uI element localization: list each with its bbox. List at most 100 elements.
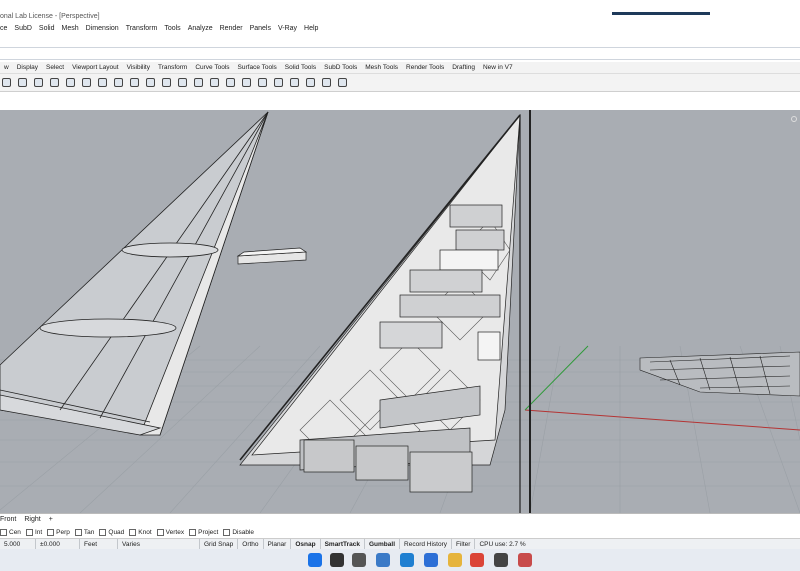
rhino-icon[interactable]: [494, 553, 508, 567]
status-layer[interactable]: Varies: [118, 538, 200, 550]
plane-button[interactable]: [304, 76, 317, 89]
toolbar-tab-12[interactable]: Drafting: [448, 64, 479, 71]
ray-button[interactable]: [320, 76, 333, 89]
ortho-button[interactable]: [288, 76, 301, 89]
osnap-checkbox[interactable]: [74, 528, 82, 536]
camera-button[interactable]: [240, 76, 253, 89]
toolbar-tab-4[interactable]: Visibility: [123, 64, 154, 71]
view-tab-1[interactable]: Right: [24, 516, 40, 523]
status-pane-ortho[interactable]: Ortho: [238, 538, 264, 550]
status-pane-gumball[interactable]: Gumball: [365, 538, 401, 550]
osnap-tan[interactable]: Tan: [74, 528, 94, 536]
osnap-label: Cen: [9, 528, 21, 536]
osnap-label: Quad: [108, 528, 125, 536]
chrome-icon[interactable]: [470, 553, 484, 567]
window-button[interactable]: [80, 76, 93, 89]
windows-start-icon[interactable]: [308, 553, 322, 567]
toolbar-tab-11[interactable]: Render Tools: [402, 64, 448, 71]
osnap-vertex[interactable]: Vertex: [156, 528, 185, 536]
menu-item-2[interactable]: Solid: [39, 25, 55, 32]
view-tab-2[interactable]: +: [49, 516, 53, 523]
folder-button[interactable]: [128, 76, 141, 89]
snap-icon: [274, 78, 283, 87]
osnap-project[interactable]: Project: [189, 528, 218, 536]
viewport-scene: [0, 110, 800, 513]
osnap-cen[interactable]: Cen: [0, 528, 21, 536]
task-view-icon[interactable]: [352, 553, 366, 567]
osnap-checkbox[interactable]: [25, 528, 33, 536]
menu-bar: ce SubD Solid Mesh Dimension Transform Tools An…: [0, 22, 800, 35]
view-tab-0[interactable]: Front: [0, 516, 16, 523]
toolbar-tab-6[interactable]: Curve Tools: [191, 64, 233, 71]
light-button[interactable]: [224, 76, 237, 89]
edge-icon[interactable]: [400, 553, 414, 567]
pan-button[interactable]: [32, 76, 45, 89]
grid-button[interactable]: [256, 76, 269, 89]
osnap-checkbox[interactable]: [99, 528, 107, 536]
osnap-perp[interactable]: Perp: [47, 528, 70, 536]
snap-button[interactable]: [272, 76, 285, 89]
menu-item-7[interactable]: Analyze: [188, 25, 213, 32]
osnap-checkbox[interactable]: [0, 528, 7, 536]
plugin-icon[interactable]: [518, 553, 532, 567]
osnap-checkbox[interactable]: [156, 528, 164, 536]
menu-item-0[interactable]: ce: [0, 25, 7, 32]
windows-taskbar: [0, 549, 800, 571]
eye-button[interactable]: [208, 76, 221, 89]
menu-item-4[interactable]: Dimension: [86, 25, 119, 32]
osnap-disable[interactable]: Disable: [223, 528, 254, 536]
widgets-icon[interactable]: [376, 553, 390, 567]
toolbar-tab-9[interactable]: SubD Tools: [320, 64, 361, 71]
perspective-viewport[interactable]: [0, 110, 800, 513]
menu-item-5[interactable]: Transform: [126, 25, 158, 32]
toolbar-tabs: w Display Select Viewport Layout Visibility T…: [0, 62, 800, 74]
command-input[interactable]: [0, 48, 800, 60]
status-pane-grid-snap[interactable]: Grid Snap: [200, 538, 239, 550]
move-button[interactable]: [144, 76, 157, 89]
render-button[interactable]: [96, 76, 109, 89]
toolbar-tab-10[interactable]: Mesh Tools: [361, 64, 402, 71]
status-pane-osnap[interactable]: Osnap: [291, 538, 321, 550]
status-pane-smarttrack[interactable]: SmartTrack: [321, 538, 365, 550]
menu-item-11[interactable]: Help: [304, 25, 318, 32]
select-button[interactable]: [64, 76, 77, 89]
osnap-knot[interactable]: Knot: [129, 528, 152, 536]
rotate-button[interactable]: [16, 76, 29, 89]
sphere-button[interactable]: [336, 76, 349, 89]
osnap-checkbox[interactable]: [189, 528, 197, 536]
status-pane-filter[interactable]: Filter: [452, 538, 476, 550]
curve-button[interactable]: [192, 76, 205, 89]
search-icon[interactable]: [330, 553, 344, 567]
osnap-quad[interactable]: Quad: [99, 528, 125, 536]
osnap-checkbox[interactable]: [223, 528, 231, 536]
menu-item-10[interactable]: V-Ray: [278, 25, 297, 32]
view-button[interactable]: [48, 76, 61, 89]
osnap-label: Vertex: [165, 528, 185, 536]
store-icon[interactable]: [424, 553, 438, 567]
status-pane-record-history[interactable]: Record History: [400, 538, 452, 550]
box-button[interactable]: [112, 76, 125, 89]
menu-item-6[interactable]: Tools: [164, 25, 180, 32]
osnap-checkbox[interactable]: [129, 528, 137, 536]
toolbar-tab-7[interactable]: Surface Tools: [234, 64, 281, 71]
menu-item-9[interactable]: Panels: [250, 25, 271, 32]
curve-icon: [194, 78, 203, 87]
folder-icon: [130, 78, 139, 87]
layer-button[interactable]: [160, 76, 173, 89]
explorer-icon[interactable]: [448, 553, 462, 567]
toolbar-tab-13[interactable]: New in V7: [479, 64, 517, 71]
toolbar-tab-5[interactable]: Transform: [154, 64, 191, 71]
toolbar-tab-1[interactable]: Display: [13, 64, 42, 71]
toolbar-tab-8[interactable]: Solid Tools: [281, 64, 320, 71]
status-pane-planar[interactable]: Planar: [264, 538, 292, 550]
menu-item-3[interactable]: Mesh: [62, 25, 79, 32]
zoom-button[interactable]: [0, 76, 13, 89]
menu-item-8[interactable]: Render: [220, 25, 243, 32]
toolbar-tab-2[interactable]: Select: [42, 64, 68, 71]
toolbar-tab-3[interactable]: Viewport Layout: [68, 64, 123, 71]
menu-item-1[interactable]: SubD: [14, 25, 32, 32]
osnap-int[interactable]: Int: [25, 528, 42, 536]
toolbar-tab-0[interactable]: w: [0, 64, 13, 71]
properties-button[interactable]: [176, 76, 189, 89]
osnap-checkbox[interactable]: [47, 528, 55, 536]
